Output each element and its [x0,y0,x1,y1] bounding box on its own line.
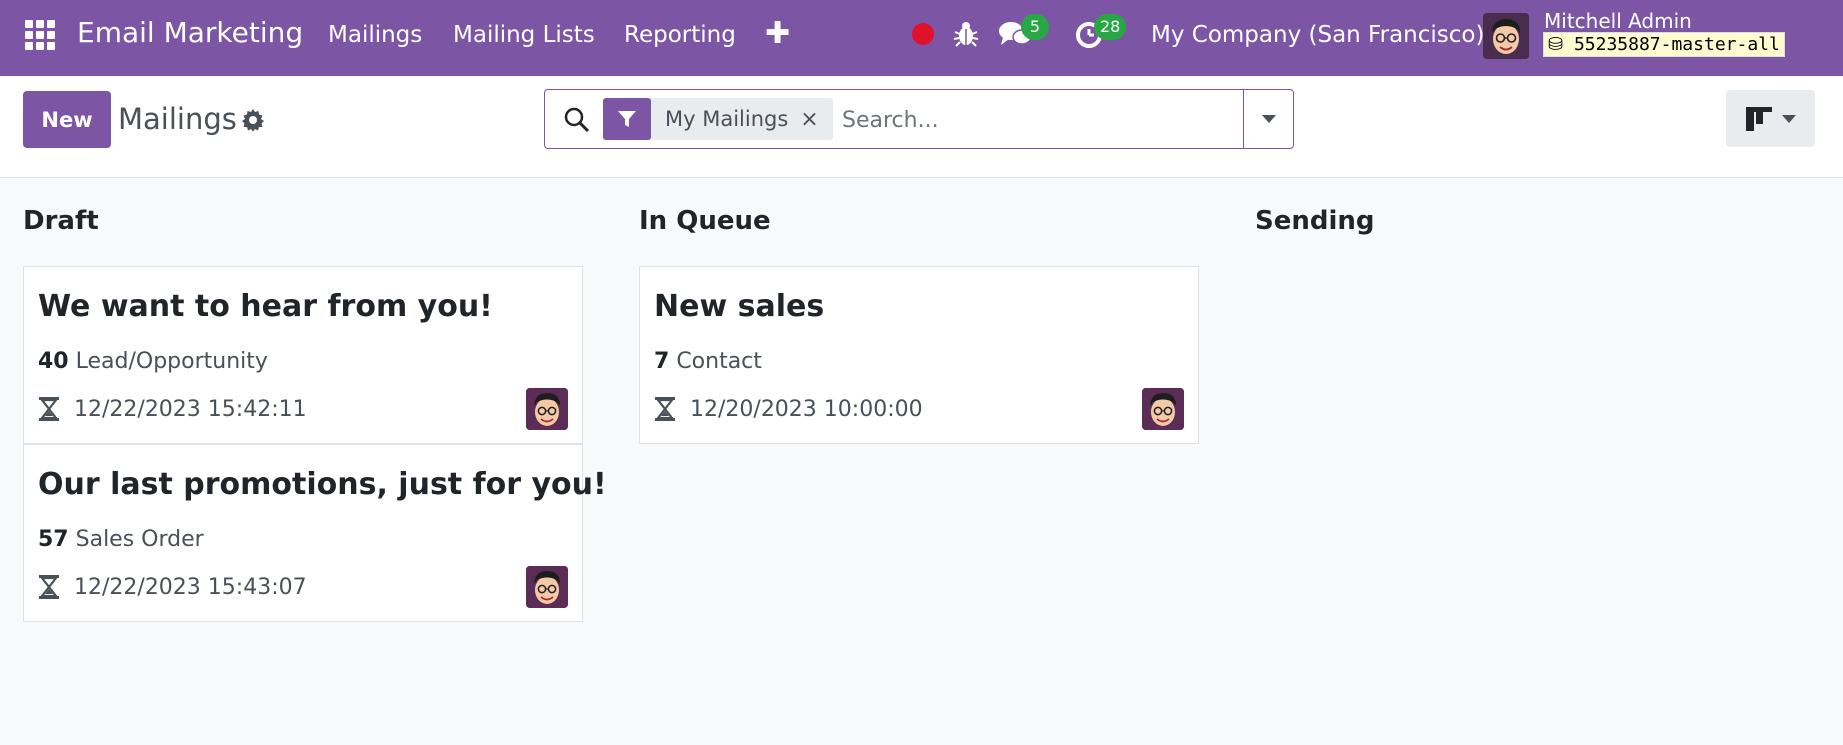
record-icon[interactable] [912,23,934,45]
new-button[interactable]: New [23,91,111,148]
apps-menu-icon[interactable] [25,20,57,52]
user-name[interactable]: Mitchell Admin [1544,9,1692,33]
scheduled-date: 12/22/2023 15:43:07 [74,574,307,600]
hourglass-icon [39,575,59,599]
menu-reporting[interactable]: Reporting [624,22,736,48]
recipient-count: 57 [38,527,69,552]
card-schedule: 12/20/2023 10:00:00 [654,396,923,422]
card-recipients: 57 Sales Order [38,527,204,552]
search-icon[interactable] [563,106,591,134]
hourglass-icon [39,397,59,421]
page-title: Mailings [118,102,237,136]
plus-icon[interactable]: ✚ [765,16,790,51]
recipient-model: Sales Order [75,527,204,552]
chevron-down-icon [1781,114,1796,123]
menu-mailings[interactable]: Mailings [328,22,422,48]
recipient-model: Contact [676,349,762,374]
search-input[interactable] [842,100,1222,140]
card-recipients: 40 Lead/Opportunity [38,349,268,374]
scheduled-date: 12/22/2023 15:42:11 [74,396,307,422]
column-title: Draft [23,206,99,236]
card-recipients: 7 Contact [654,349,762,374]
filter-icon [603,98,651,140]
database-name: 55235887-master-all [1573,34,1780,55]
recipient-model: Lead/Opportunity [75,349,268,374]
responsible-avatar[interactable] [1142,388,1184,430]
hourglass-icon [655,397,675,421]
bug-icon[interactable] [953,20,979,48]
card-schedule: 12/22/2023 15:43:07 [38,574,307,600]
search-facet: My Mailings × [603,98,833,140]
scheduled-date: 12/20/2023 10:00:00 [690,396,923,422]
search-bar: My Mailings × [544,89,1294,149]
kanban-card[interactable]: New sales 7 Contact 12/20/2023 10:00:00 [639,266,1199,444]
messages-count-badge: 5 [1021,14,1049,40]
card-title: New sales [654,289,825,324]
kanban-view-icon [1745,106,1772,131]
database-icon: ⛁ [1548,34,1564,55]
view-switcher-button[interactable] [1726,90,1815,147]
facet-label: My Mailings [665,107,789,131]
recipient-count: 7 [654,349,670,374]
kanban-card[interactable]: We want to hear from you! 40 Lead/Opport… [23,266,583,444]
control-panel: New Mailings My Mailings × [0,76,1843,178]
responsible-avatar[interactable] [526,566,568,608]
kanban-card[interactable]: Our last promotions, just for you! 57 Sa… [23,444,607,622]
facet-remove-icon[interactable]: × [800,107,832,132]
card-title: Our last promotions, just for you! [38,467,607,502]
responsible-avatar[interactable] [526,388,568,430]
column-title: Sending [1255,206,1375,236]
chevron-down-icon [1261,115,1276,123]
card-schedule: 12/22/2023 15:42:11 [38,396,307,422]
company-switcher[interactable]: My Company (San Francisco) [1151,22,1484,48]
menu-mailing-lists[interactable]: Mailing Lists [453,22,595,48]
database-badge: ⛁ 55235887-master-all [1543,32,1785,57]
recipient-count: 40 [38,349,69,374]
gear-icon[interactable] [241,108,265,132]
user-avatar[interactable] [1483,13,1529,59]
column-title: In Queue [639,206,771,236]
app-brand[interactable]: Email Marketing [77,16,303,49]
search-options-toggle[interactable] [1243,90,1293,148]
card-title: We want to hear from you! [38,289,493,324]
activities-count-badge: 28 [1094,14,1127,40]
top-navbar: Email Marketing Mailings Mailing Lists R… [0,0,1843,76]
